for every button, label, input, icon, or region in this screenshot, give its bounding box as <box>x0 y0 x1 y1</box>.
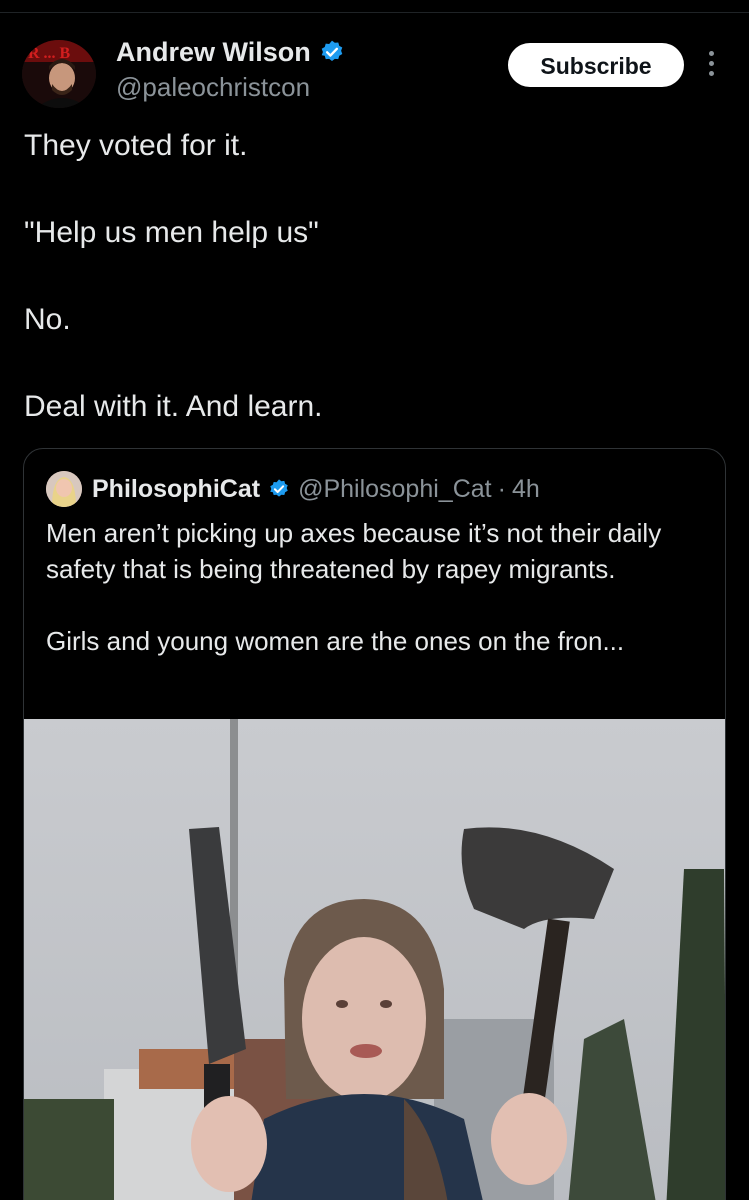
divider <box>0 12 749 13</box>
author-info: Andrew Wilson @paleochristcon <box>116 34 345 104</box>
post-line: They voted for it. <box>24 129 248 162</box>
quoted-author-handle[interactable]: @Philosophi_Cat <box>298 475 492 504</box>
subscribe-button[interactable]: Subscribe <box>508 43 684 87</box>
quoted-post[interactable]: PhilosophiCat @Philosophi_Cat · 4h Men a… <box>23 448 726 1200</box>
verified-badge-icon <box>321 40 343 61</box>
more-vertical-icon[interactable] <box>700 48 722 82</box>
separator-dot: · <box>497 474 506 503</box>
author-avatar[interactable]: R ... B <box>22 40 96 108</box>
quoted-post-body: Men aren’t picking up axes because it’s … <box>46 515 706 659</box>
post-body: They voted for it. "Help us men help us"… <box>24 126 724 427</box>
post-line: "Help us men help us" <box>24 216 319 249</box>
post-line: No. <box>24 303 71 336</box>
quoted-paragraph: Girls and young women are the ones on th… <box>46 626 625 656</box>
quoted-author-avatar[interactable] <box>46 471 82 507</box>
post-page: R ... B Andrew Wilson @paleochristcon Su… <box>0 0 749 1200</box>
author-name-text[interactable]: Andrew Wilson <box>116 34 311 70</box>
post-line: Deal with it. And learn. <box>24 390 323 423</box>
quoted-author-name[interactable]: PhilosophiCat <box>92 475 260 504</box>
quoted-post-media[interactable] <box>24 719 725 1200</box>
quoted-paragraph: Men aren’t picking up axes because it’s … <box>46 518 662 584</box>
author-handle[interactable]: @paleochristcon <box>116 70 345 104</box>
quoted-post-time[interactable]: 4h <box>512 475 540 504</box>
author-name[interactable]: Andrew Wilson <box>116 34 345 70</box>
quoted-post-header: PhilosophiCat @Philosophi_Cat · 4h <box>46 469 540 509</box>
verified-badge-icon <box>270 479 288 497</box>
